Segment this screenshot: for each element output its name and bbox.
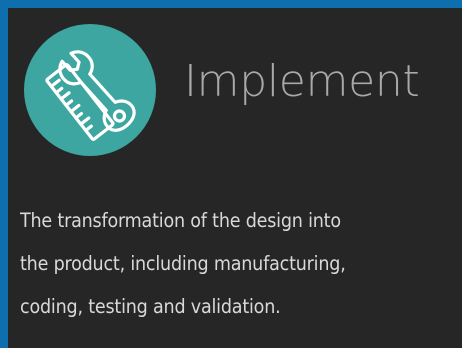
implement-icon-badge [24, 24, 156, 156]
implement-card: Implement The transformation of the desi… [8, 8, 462, 348]
card-title: Implement [184, 56, 420, 107]
description-line: coding, testing and validation. [20, 295, 281, 318]
description-line: the product, including manufacturing, [20, 252, 346, 275]
description-line: The transformation of the design into [20, 209, 341, 232]
card-description: The transformation of the design into th… [20, 199, 462, 328]
ruler-wrench-icon [45, 50, 136, 141]
